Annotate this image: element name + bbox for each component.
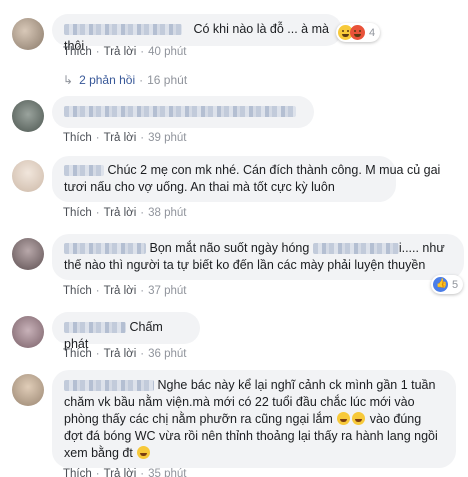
author-name[interactable] bbox=[64, 24, 182, 36]
author-name[interactable] bbox=[64, 380, 154, 392]
comment-text-part1: Bọn mắt não suốt ngày hóng bbox=[149, 241, 310, 255]
timestamp[interactable]: 36 phút bbox=[148, 348, 186, 360]
author-name[interactable] bbox=[64, 165, 104, 177]
reaction-count: 4 bbox=[369, 26, 376, 39]
avatar[interactable] bbox=[12, 238, 44, 270]
comment-bubble: Chấm phát bbox=[52, 312, 200, 351]
like-link[interactable]: Thích bbox=[63, 46, 92, 58]
comment-text-line4: đợt đá bóng WC vừa rồi nên thỉnh thoảng … bbox=[64, 429, 438, 443]
comment-text-line2: chăm vk bầu nằm viện.mà mới có 22 tuổi đ… bbox=[64, 395, 415, 409]
reply-arrow-icon: ↳ bbox=[63, 73, 74, 87]
like-link[interactable]: Thích bbox=[63, 468, 92, 477]
angry-icon bbox=[350, 25, 365, 40]
like-icon: 👍 bbox=[433, 277, 448, 292]
avatar[interactable] bbox=[12, 160, 44, 192]
comment-text-line2: thế nào thì người ta tự biết ko đến lần … bbox=[64, 258, 426, 272]
reply-link[interactable]: Trả lời bbox=[104, 348, 137, 360]
like-link[interactable]: Thích bbox=[63, 348, 92, 360]
timestamp[interactable]: 38 phút bbox=[148, 207, 186, 219]
reaction-count: 5 bbox=[452, 278, 459, 291]
comment-5: Chấm phát Thích · Trả lời · 36 phút bbox=[0, 308, 468, 368]
reply-link[interactable]: Trả lời bbox=[104, 207, 137, 219]
laugh-emoji-icon bbox=[352, 412, 366, 425]
timestamp[interactable]: 39 phút bbox=[148, 132, 186, 144]
comment-actions: Thích · Trả lời · 35 phút bbox=[63, 468, 187, 477]
comment-text-line1: Nghe bác này kể lại nghĩ cảnh ck mình gầ… bbox=[157, 378, 436, 392]
comment-text-line5: xem bằng đt bbox=[64, 446, 133, 460]
replies-time: 16 phút bbox=[147, 73, 188, 87]
reply-link[interactable]: Trả lời bbox=[104, 285, 137, 297]
comment-actions: Thích · Trả lời · 37 phút bbox=[63, 285, 187, 297]
comment-bubble: Có khi nào là đỗ ... à mà thôi bbox=[52, 14, 342, 53]
reply-link[interactable]: Trả lời bbox=[104, 46, 137, 58]
comment-text-line2: tươi nấu cho vợ uống. An thai mà tốt cực… bbox=[64, 180, 335, 194]
comment-bubble bbox=[52, 96, 314, 128]
comment-1: Có khi nào là đỗ ... à mà thôi 4 Thích · T… bbox=[0, 0, 468, 90]
comment-text-line3b: vào đúng bbox=[369, 412, 422, 426]
like-link[interactable]: Thích bbox=[63, 285, 92, 297]
laugh-emoji-icon bbox=[137, 446, 151, 459]
timestamp[interactable]: 37 phút bbox=[148, 285, 186, 297]
reply-link[interactable]: Trả lời bbox=[104, 468, 137, 477]
avatar[interactable] bbox=[12, 100, 44, 132]
author-name[interactable] bbox=[64, 106, 296, 118]
reply-link[interactable]: Trả lời bbox=[104, 132, 137, 144]
author-name[interactable] bbox=[64, 322, 126, 334]
comment-bubble: Bọn mắt não suốt ngày hóng i..... như th… bbox=[52, 234, 464, 280]
timestamp[interactable]: 35 phút bbox=[148, 468, 186, 477]
laugh-emoji-icon bbox=[337, 412, 351, 425]
avatar[interactable] bbox=[12, 18, 44, 50]
avatar[interactable] bbox=[12, 374, 44, 406]
timestamp[interactable]: 40 phút bbox=[148, 46, 186, 58]
comment-3: Chúc 2 mẹ con mk nhé. Cán đích thành côn… bbox=[0, 152, 468, 230]
comment-actions: Thích · Trả lời · 39 phút bbox=[63, 132, 187, 144]
comment-2: Thích · Trả lời · 39 phút bbox=[0, 92, 468, 152]
comment-bubble: Nghe bác này kể lại nghĩ cảnh ck mình gầ… bbox=[52, 370, 456, 468]
comment-actions: Thích · Trả lời · 36 phút bbox=[63, 348, 187, 360]
comment-text-part2: i..... như bbox=[398, 241, 445, 255]
view-replies-link[interactable]: ↳ 2 phản hồi · 16 phút bbox=[63, 73, 187, 87]
like-link[interactable]: Thích bbox=[63, 207, 92, 219]
comment-6: Nghe bác này kể lại nghĩ cảnh ck mình gầ… bbox=[0, 366, 468, 477]
comment-text-line1: Chúc 2 mẹ con mk nhé. Cán đích thành côn… bbox=[107, 163, 441, 177]
comment-actions: Thích · Trả lời · 38 phút bbox=[63, 207, 187, 219]
reaction-summary[interactable]: 4 bbox=[336, 23, 381, 42]
reaction-summary[interactable]: 👍 5 bbox=[431, 275, 464, 294]
avatar[interactable] bbox=[12, 316, 44, 348]
like-link[interactable]: Thích bbox=[63, 132, 92, 144]
author-name[interactable] bbox=[64, 243, 146, 255]
redacted-text bbox=[312, 243, 399, 255]
comment-text-line3: phòng thấy các chị nằm phưỡn ra cũng ngạ… bbox=[64, 412, 333, 426]
comment-bubble: Chúc 2 mẹ con mk nhé. Cán đích thành côn… bbox=[52, 156, 440, 202]
comment-4: Bọn mắt não suốt ngày hóng i..... như th… bbox=[0, 230, 468, 308]
comment-actions: Thích · Trả lời · 40 phút bbox=[63, 46, 187, 58]
